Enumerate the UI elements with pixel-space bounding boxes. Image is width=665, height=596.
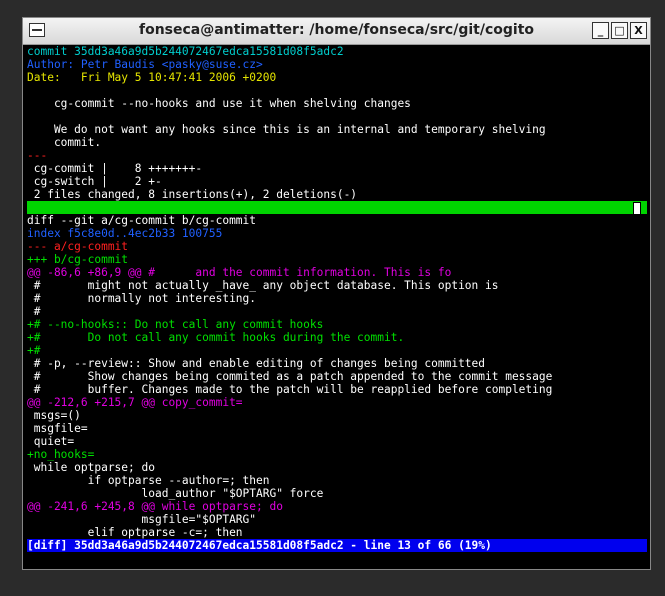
terminal-line: --- — [27, 149, 48, 162]
minimize-button[interactable]: _ — [592, 22, 609, 39]
terminal-line: # normally not interesting. — [27, 292, 257, 305]
title-bar[interactable]: fonseca@antimatter: /home/fonseca/src/gi… — [23, 18, 650, 45]
terminal-window: fonseca@antimatter: /home/fonseca/src/gi… — [22, 17, 651, 570]
terminal-line: index f5c8e0d..4ec2b33 100755 — [27, 227, 223, 240]
terminal-line: diff --git a/cg-commit b/cg-commit — [27, 214, 257, 227]
terminal-line: cg-commit | 8 +++++++- — [27, 162, 203, 175]
terminal-line: 2 files changed, 8 insertions(+), 2 dele… — [27, 188, 358, 201]
terminal-line: commit. — [27, 136, 102, 149]
terminal-line: @@ -241,6 +245,8 @@ while optparse; do — [27, 500, 283, 513]
terminal-line: cg-switch | 2 +- — [27, 175, 162, 188]
terminal-line: msgs=() — [27, 409, 81, 422]
terminal-output[interactable]: commit 35dd3a46a9d5b244072467edca15581d0… — [27, 45, 647, 565]
text-cursor — [633, 202, 641, 214]
terminal-line: msgfile="$OPTARG" — [27, 513, 257, 526]
terminal-line: @@ -212,6 +215,7 @@ copy_commit= — [27, 396, 243, 409]
terminal-line: while optparse; do — [27, 461, 155, 474]
terminal-line: cg-commit --no-hooks and use it when she… — [27, 97, 411, 110]
terminal-line: +++ b/cg-commit — [27, 253, 129, 266]
window-title: fonseca@antimatter: /home/fonseca/src/gi… — [138, 22, 535, 38]
terminal-line: load_author "$OPTARG" force — [27, 487, 324, 500]
terminal-line: # -p, --review:: Show and enable editing… — [27, 357, 486, 370]
terminal-line: +# Do not call any commit hooks during t… — [27, 331, 405, 344]
terminal-line: if optparse --author=; then — [27, 474, 270, 487]
terminal-line: # might not actually _have_ any object d… — [27, 279, 499, 292]
terminal-line: +# --no-hooks:: Do not call any commit h… — [27, 318, 324, 331]
terminal-line: # — [27, 305, 41, 318]
terminal-line: +no_hooks= — [27, 448, 95, 461]
terminal-line: # Show changes being commited as a patch… — [27, 370, 553, 383]
terminal-line: We do not want any hooks since this is a… — [27, 123, 546, 136]
terminal-line: --- a/cg-commit — [27, 240, 129, 253]
terminal-line: commit 35dd3a46a9d5b244072467edca15581d0… — [27, 45, 344, 58]
terminal-line: @@ -86,6 +86,9 @@ # and the commit infor… — [27, 266, 452, 279]
terminal-line: Author: Petr Baudis <pasky@suse.cz> — [27, 58, 263, 71]
terminal-line: quiet= — [27, 435, 75, 448]
pager-status-line: [diff] 35dd3a46a9d5b244072467edca15581d0… — [27, 539, 647, 552]
maximize-button[interactable]: □ — [611, 22, 628, 39]
terminal-line: elif optparse -c=; then — [27, 526, 243, 539]
terminal-line: +# — [27, 344, 41, 357]
close-button[interactable]: X — [630, 22, 647, 39]
terminal-line: # buffer. Changes made to the patch will… — [27, 383, 553, 396]
terminal-line: msgfile= — [27, 422, 88, 435]
pager-separator-bar — [27, 201, 647, 214]
terminal-line: Date: Fri May 5 10:47:41 2006 +0200 — [27, 71, 277, 84]
